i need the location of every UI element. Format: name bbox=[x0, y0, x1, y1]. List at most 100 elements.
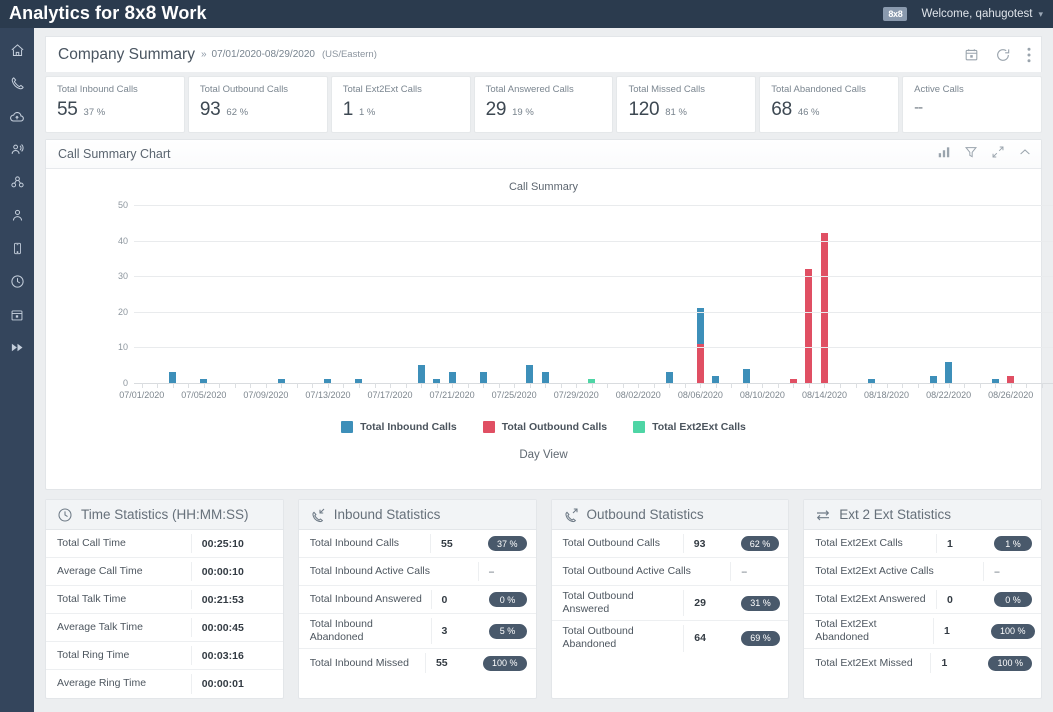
statistics-row-badge-wrap: 0 % bbox=[489, 592, 536, 607]
chart-x-tickmark bbox=[747, 383, 748, 388]
chart-bar-segment bbox=[1007, 376, 1014, 383]
chart-legend-item[interactable]: Total Inbound Calls bbox=[341, 421, 457, 433]
sidebar-item-home[interactable] bbox=[0, 34, 34, 67]
chart-x-tickmark bbox=[219, 383, 220, 388]
chart-y-tick-label: 40 bbox=[108, 236, 128, 246]
expand-icon[interactable] bbox=[991, 145, 1005, 164]
statistics-row-badge-wrap: 1 % bbox=[994, 536, 1041, 551]
sidebar-item-calendar[interactable] bbox=[0, 298, 34, 331]
statistics-row-value-text: 0 bbox=[442, 594, 448, 606]
statistics-row-badge-wrap: 100 % bbox=[991, 624, 1041, 639]
statistics-row: Average Ring Time00:00:01 bbox=[46, 670, 283, 698]
sidebar-item-mobile[interactable] bbox=[0, 232, 34, 265]
statistics-panel-header: Ext 2 Ext Statistics bbox=[804, 500, 1041, 530]
statistics-row: Total Inbound Active Calls-- bbox=[299, 558, 536, 586]
statistics-row-value: 00:00:45 bbox=[191, 618, 283, 637]
chart-x-tickmark bbox=[312, 383, 313, 388]
sidebar-item-groups[interactable] bbox=[0, 166, 34, 199]
statistics-row: Total Call Time00:25:10 bbox=[46, 530, 283, 558]
statistics-row-label: Total Inbound Abandoned bbox=[310, 618, 431, 644]
statistics-row-label: Total Inbound Active Calls bbox=[310, 565, 478, 578]
statistics-row-label: Total Outbound Abandoned bbox=[563, 625, 684, 651]
chart-x-tickmark bbox=[266, 383, 267, 388]
chart-bar-segment bbox=[945, 362, 952, 383]
breadcrumb-separator: » bbox=[201, 49, 207, 60]
page-title: Company Summary bbox=[58, 46, 195, 64]
chart-bar-segment bbox=[930, 376, 937, 383]
top-bar-right: 8x8 Welcome, qahugotest▾ bbox=[883, 7, 1043, 21]
chart-x-tick-label: 07/13/2020 bbox=[305, 390, 350, 400]
kpi-card: Total Ext2Ext Calls11 % bbox=[331, 76, 471, 133]
statistics-row-value-text: 3 bbox=[442, 625, 448, 637]
chart-x-tickmark bbox=[499, 383, 500, 388]
refresh-icon[interactable] bbox=[995, 47, 1011, 63]
kpi-value: -- bbox=[914, 99, 922, 116]
chart-x-tickmark bbox=[669, 383, 670, 388]
chart-legend-item[interactable]: Total Outbound Calls bbox=[483, 421, 607, 433]
statistics-row-label: Total Ext2Ext Active Calls bbox=[815, 565, 983, 578]
statistics-row-label: Total Ext2Ext Abandoned bbox=[815, 618, 933, 644]
chart-bar-segment bbox=[697, 308, 704, 344]
timezone-label: (US/Eastern) bbox=[322, 49, 377, 60]
chart-x-tickmark bbox=[297, 383, 298, 388]
statistics-row-value: 1 bbox=[936, 534, 994, 553]
chart-x-tickmark bbox=[685, 383, 686, 388]
statistics-row-value: 00:03:16 bbox=[191, 646, 283, 665]
status-badge: 100 % bbox=[483, 656, 527, 671]
statistics-row-label: Total Inbound Calls bbox=[310, 537, 430, 550]
chart-x-tick-label: 07/25/2020 bbox=[492, 390, 537, 400]
sidebar-item-clock[interactable] bbox=[0, 265, 34, 298]
statistics-row-value-text: 1 bbox=[944, 625, 950, 637]
chart-x-tick-label: 07/05/2020 bbox=[181, 390, 226, 400]
sidebar-item-user[interactable] bbox=[0, 199, 34, 232]
filter-icon[interactable] bbox=[964, 145, 978, 164]
page-header: Company Summary » 07/01/2020-08/29/2020 … bbox=[45, 36, 1042, 72]
chart-x-tickmark bbox=[483, 383, 484, 388]
chart-y-tick-label: 50 bbox=[108, 200, 128, 210]
kpi-value: 1 bbox=[343, 99, 353, 121]
chart-bar-segment bbox=[526, 365, 533, 383]
kpi-label: Total Abandoned Calls bbox=[771, 84, 898, 95]
chart-gridline bbox=[134, 347, 1053, 348]
chart-x-tickmark bbox=[343, 383, 344, 388]
statistics-row: Total Ext2Ext Abandoned 1 100 % bbox=[804, 614, 1041, 649]
statistics-row-value: -- bbox=[983, 562, 1041, 581]
kpi-percent: 19 % bbox=[512, 107, 534, 118]
chart-bar-segment bbox=[542, 372, 549, 383]
chart-x-tickmark bbox=[887, 383, 888, 388]
statistics-row-value-text: 55 bbox=[436, 657, 448, 669]
sidebar-item-phone[interactable] bbox=[0, 67, 34, 100]
statistics-row-value-text: 64 bbox=[694, 632, 706, 644]
chart-x-tickmark bbox=[980, 383, 981, 388]
kpi-value: 29 bbox=[486, 99, 507, 121]
sidebar-item-expand[interactable] bbox=[0, 331, 34, 364]
chart-type-icon[interactable] bbox=[937, 145, 951, 164]
date-range-label[interactable]: 07/01/2020-08/29/2020 bbox=[212, 49, 315, 60]
statistics-row-label: Total Talk Time bbox=[57, 593, 191, 606]
calendar-icon[interactable] bbox=[964, 47, 979, 62]
chart-x-tickmark bbox=[235, 383, 236, 388]
statistics-panel-title: Ext 2 Ext Statistics bbox=[839, 507, 951, 522]
statistics-row-label: Total Ext2Ext Answered bbox=[815, 593, 936, 606]
statistics-row-badge-wrap: 69 % bbox=[741, 631, 788, 646]
chart-legend-label: Total Inbound Calls bbox=[360, 421, 457, 433]
chart-x-tickmark bbox=[856, 383, 857, 388]
chart-x-tick-label: 07/29/2020 bbox=[554, 390, 599, 400]
collapse-icon[interactable] bbox=[1018, 145, 1032, 164]
chart-gridline bbox=[134, 276, 1053, 277]
user-menu[interactable]: Welcome, qahugotest▾ bbox=[921, 8, 1043, 20]
sidebar-item-agents[interactable] bbox=[0, 133, 34, 166]
sidebar-item-cloud[interactable] bbox=[0, 100, 34, 133]
chart-y-tick-label: 0 bbox=[108, 378, 128, 388]
chart-legend-swatch bbox=[633, 421, 645, 433]
chart-x-tickmark bbox=[250, 383, 251, 388]
chart-legend-item[interactable]: Total Ext2Ext Calls bbox=[633, 421, 746, 433]
page-header-tools bbox=[964, 47, 1031, 63]
kpi-value-row: 6846 % bbox=[771, 99, 898, 121]
more-options-icon[interactable] bbox=[1027, 47, 1031, 63]
chart-x-tickmark bbox=[281, 383, 282, 388]
statistics-row-value: 3 bbox=[431, 618, 489, 644]
statistics-panels: Time Statistics (HH:MM:SS)Total Call Tim… bbox=[45, 499, 1042, 699]
statistics-row-value: 0 bbox=[936, 590, 994, 609]
chart-x-tickmark bbox=[468, 383, 469, 388]
